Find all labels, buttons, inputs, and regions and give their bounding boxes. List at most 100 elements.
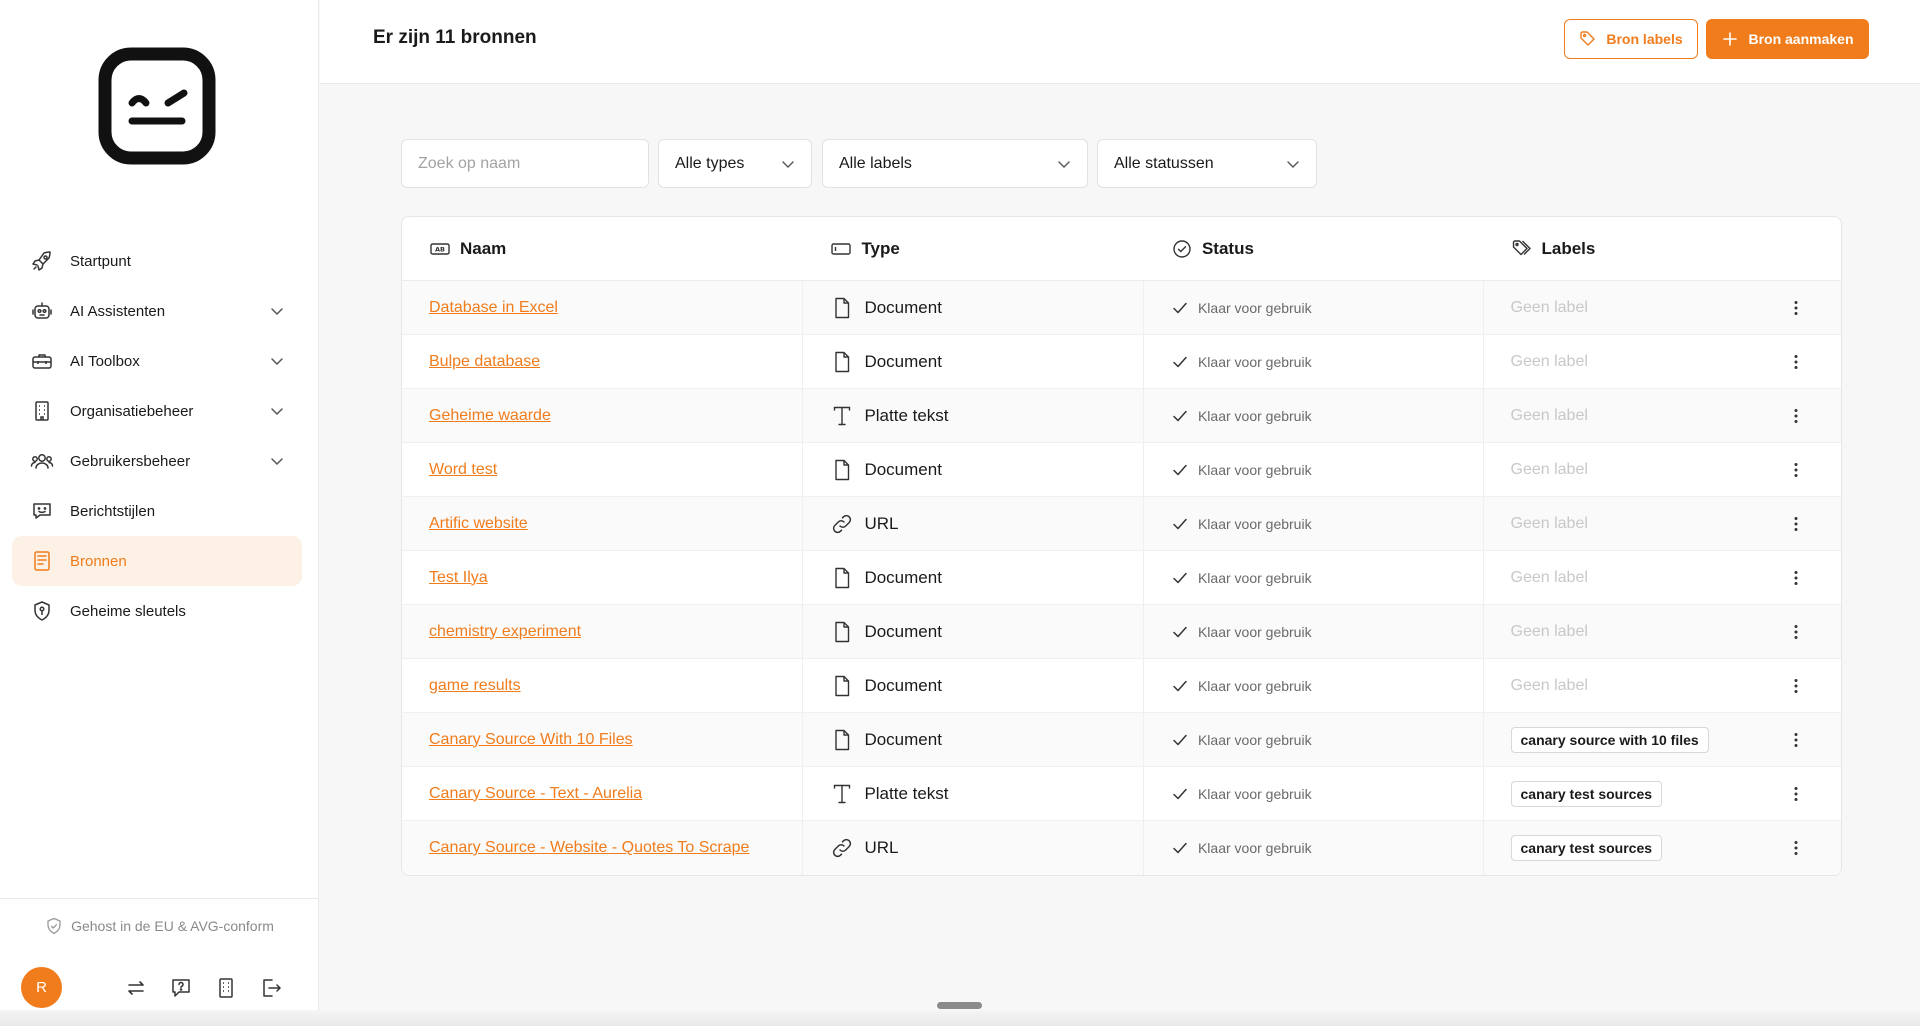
no-label-text: Geen label	[1510, 352, 1588, 370]
more-options-icon[interactable]	[1786, 838, 1806, 858]
label-chip: canary test sources	[1510, 780, 1663, 807]
check-icon	[1171, 461, 1189, 479]
more-options-icon[interactable]	[1786, 784, 1806, 804]
cell-name: Canary Source - Website - Quotes To Scra…	[402, 821, 804, 875]
avatar[interactable]: R	[21, 967, 62, 1008]
no-label-text: Geen label	[1510, 676, 1588, 694]
sidebar-item-organisatiebeheer[interactable]: Organisatiebeheer	[12, 386, 302, 436]
column-header-status[interactable]: Status	[1144, 238, 1484, 260]
sidebar-item-geheime-sleutels[interactable]: Geheime sleutels	[12, 586, 302, 636]
column-header-labels[interactable]: Labels	[1484, 238, 1774, 260]
chevron-down-icon	[1057, 157, 1071, 171]
table-row[interactable]: Geheime waarde Platte tekst Klaar voor g…	[402, 389, 1841, 443]
source-labels-button[interactable]: Bron labels	[1564, 19, 1698, 59]
table-row[interactable]: Canary Source - Website - Quotes To Scra…	[402, 821, 1841, 875]
sidebar-item-ai-toolbox[interactable]: AI Toolbox	[12, 336, 302, 386]
cell-actions	[1773, 767, 1841, 820]
sidebar-item-startpunt[interactable]: Startpunt	[12, 236, 302, 286]
column-header-label: Type	[861, 238, 900, 258]
table-row[interactable]: Bulpe database Document Klaar voor gebru…	[402, 335, 1841, 389]
source-link[interactable]: game results	[429, 677, 521, 695]
more-options-icon[interactable]	[1786, 406, 1806, 426]
cell-actions	[1773, 389, 1841, 442]
no-label-text: Geen label	[1510, 622, 1588, 640]
sidebar-item-gebruikersbeheer[interactable]: Gebruikersbeheer	[12, 436, 302, 486]
cell-name: Word test	[402, 443, 804, 496]
cell-labels: Geen label	[1484, 551, 1774, 604]
more-options-icon[interactable]	[1786, 676, 1806, 696]
more-options-icon[interactable]	[1786, 460, 1806, 480]
source-link[interactable]: Database in Excel	[429, 299, 558, 317]
table-row[interactable]: Word test Document Klaar voor gebruik Ge…	[402, 443, 1841, 497]
swap-icon[interactable]	[124, 976, 148, 1000]
more-options-icon[interactable]	[1786, 352, 1806, 372]
text-icon	[830, 782, 854, 806]
table-row[interactable]: Canary Source With 10 Files Document Kla…	[402, 713, 1841, 767]
source-link[interactable]: Canary Source With 10 Files	[429, 731, 633, 749]
scroll-handle[interactable]	[937, 1002, 982, 1009]
cell-actions	[1773, 497, 1841, 550]
create-source-button[interactable]: Bron aanmaken	[1706, 19, 1869, 59]
search-input[interactable]	[401, 139, 649, 188]
source-link[interactable]: Geheime waarde	[429, 407, 551, 425]
column-header-name[interactable]: AB Naam	[402, 238, 803, 260]
type-text: Document	[864, 297, 942, 317]
table-row[interactable]: Test Ilya Document Klaar voor gebruik Ge…	[402, 551, 1841, 605]
source-link[interactable]: Canary Source - Website - Quotes To Scra…	[429, 839, 749, 857]
cell-status: Klaar voor gebruik	[1144, 767, 1484, 820]
label-filter-value: Alle labels	[839, 154, 912, 172]
more-options-icon[interactable]	[1786, 622, 1806, 642]
check-icon	[1171, 407, 1189, 425]
document-icon	[830, 296, 854, 320]
type-text: Platte tekst	[864, 783, 949, 803]
cell-status: Klaar voor gebruik	[1144, 281, 1484, 334]
cell-type: Document	[803, 605, 1144, 658]
type-filter-select[interactable]: Alle types	[658, 139, 812, 188]
create-source-label: Bron aanmaken	[1748, 31, 1854, 47]
cell-name: Database in Excel	[402, 281, 804, 334]
tags-icon	[1511, 238, 1533, 260]
more-options-icon[interactable]	[1786, 514, 1806, 534]
sidebar-item-bronnen[interactable]: Bronnen	[12, 536, 302, 586]
column-header-type[interactable]: Type	[803, 238, 1144, 260]
more-options-icon[interactable]	[1786, 568, 1806, 588]
source-link[interactable]: Word test	[429, 461, 497, 479]
source-link[interactable]: Artific website	[429, 515, 528, 533]
cell-labels: Geen label	[1484, 281, 1774, 334]
cell-status: Klaar voor gebruik	[1144, 335, 1484, 388]
logo-icon[interactable]	[98, 47, 216, 165]
building-icon[interactable]	[214, 976, 238, 1000]
input-field-icon	[830, 238, 852, 260]
cell-labels: Geen label	[1484, 497, 1774, 550]
sidebar-nav: Startpunt AI Assistenten AI Toolbox Orga…	[12, 236, 302, 636]
table-row[interactable]: game results Document Klaar voor gebruik…	[402, 659, 1841, 713]
hosting-text: Gehost in de EU & AVG-conform	[71, 918, 274, 934]
source-link[interactable]: Bulpe database	[429, 353, 540, 371]
sidebar-item-label: Startpunt	[70, 252, 131, 270]
source-link[interactable]: Test Ilya	[429, 569, 488, 587]
more-options-icon[interactable]	[1786, 298, 1806, 318]
status-text: Klaar voor gebruik	[1197, 840, 1312, 856]
sidebar-item-ai-assistenten[interactable]: AI Assistenten	[12, 286, 302, 336]
status-filter-select[interactable]: Alle statussen	[1097, 139, 1317, 188]
tag-icon	[1579, 30, 1597, 48]
logout-icon[interactable]	[259, 976, 283, 1000]
table-row[interactable]: Canary Source - Text - Aurelia Platte te…	[402, 767, 1841, 821]
source-link[interactable]: chemistry experiment	[429, 623, 581, 641]
help-icon[interactable]	[169, 976, 193, 1000]
cell-type: Platte tekst	[803, 389, 1144, 442]
label-filter-select[interactable]: Alle labels	[822, 139, 1088, 188]
table-row[interactable]: chemistry experiment Document Klaar voor…	[402, 605, 1841, 659]
table-body: Database in Excel Document Klaar voor ge…	[402, 281, 1841, 875]
shield-key-icon	[30, 599, 54, 623]
table-row[interactable]: Artific website URL Klaar voor gebruik G…	[402, 497, 1841, 551]
type-filter-value: Alle types	[675, 154, 745, 172]
text-icon	[830, 404, 854, 428]
sidebar-item-berichtstijlen[interactable]: Berichtstijlen	[12, 486, 302, 536]
cell-actions	[1773, 605, 1841, 658]
source-link[interactable]: Canary Source - Text - Aurelia	[429, 785, 642, 803]
type-text: Document	[864, 351, 942, 371]
more-options-icon[interactable]	[1786, 730, 1806, 750]
table-row[interactable]: Database in Excel Document Klaar voor ge…	[402, 281, 1841, 335]
table-header: AB Naam Type Status Labels	[402, 217, 1841, 281]
